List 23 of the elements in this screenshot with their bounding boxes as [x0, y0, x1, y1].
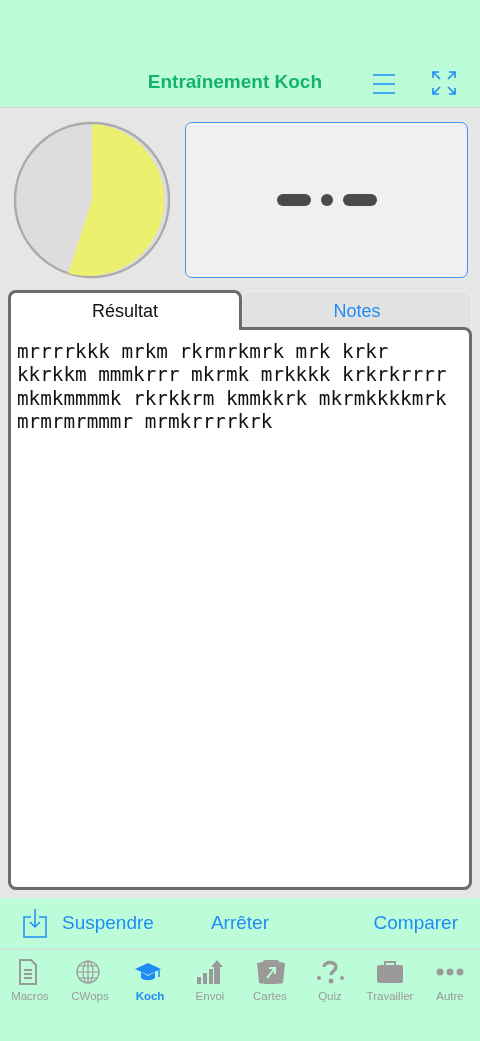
cards-icon	[255, 958, 285, 986]
briefcase-icon	[375, 958, 405, 986]
expand-icon[interactable]	[432, 71, 456, 95]
screen-title: Entraînement Koch	[147, 71, 322, 93]
tab-bar-item[interactable]: Cartes	[240, 958, 300, 1041]
tab-bar-item[interactable]: Envoi	[180, 958, 240, 1041]
tab-bar-item[interactable]: Autre	[420, 958, 480, 1041]
menu-icon[interactable]	[372, 73, 396, 95]
tab-bar-item[interactable]: Travailler	[360, 958, 420, 1041]
question-marks-icon	[315, 958, 345, 986]
tab-bar-item[interactable]: Koch	[120, 958, 180, 1041]
bar-chart-icon	[195, 958, 225, 986]
toolbar-button[interactable]: Suspendre	[62, 912, 154, 934]
toolbar-button[interactable]: Comparer	[373, 912, 458, 934]
tab-bar-item[interactable]: Macros	[0, 958, 60, 1041]
tab-bar-item[interactable]: CWops	[60, 958, 120, 1041]
result-text: mrrrrkkk mrkm rkrmrkmrk mrk krkr kkrkkm mmmkrrr mkrmk mrkkkk krkrkrrrr mkmkmmmmk rkrkkrm kmmkkrk mkrmkkkkmrk mrmrmrmmmr mrmkrrrrkrk	[17, 340, 448, 434]
download-icon[interactable]	[23, 908, 47, 938]
tab[interactable]: Résultat	[8, 290, 242, 330]
toolbar-button[interactable]: Arrêter	[210, 912, 269, 934]
tab[interactable]: Notes	[242, 291, 472, 330]
more-icon	[436, 968, 464, 976]
tab-bar-item[interactable]: Quiz	[300, 958, 360, 1041]
